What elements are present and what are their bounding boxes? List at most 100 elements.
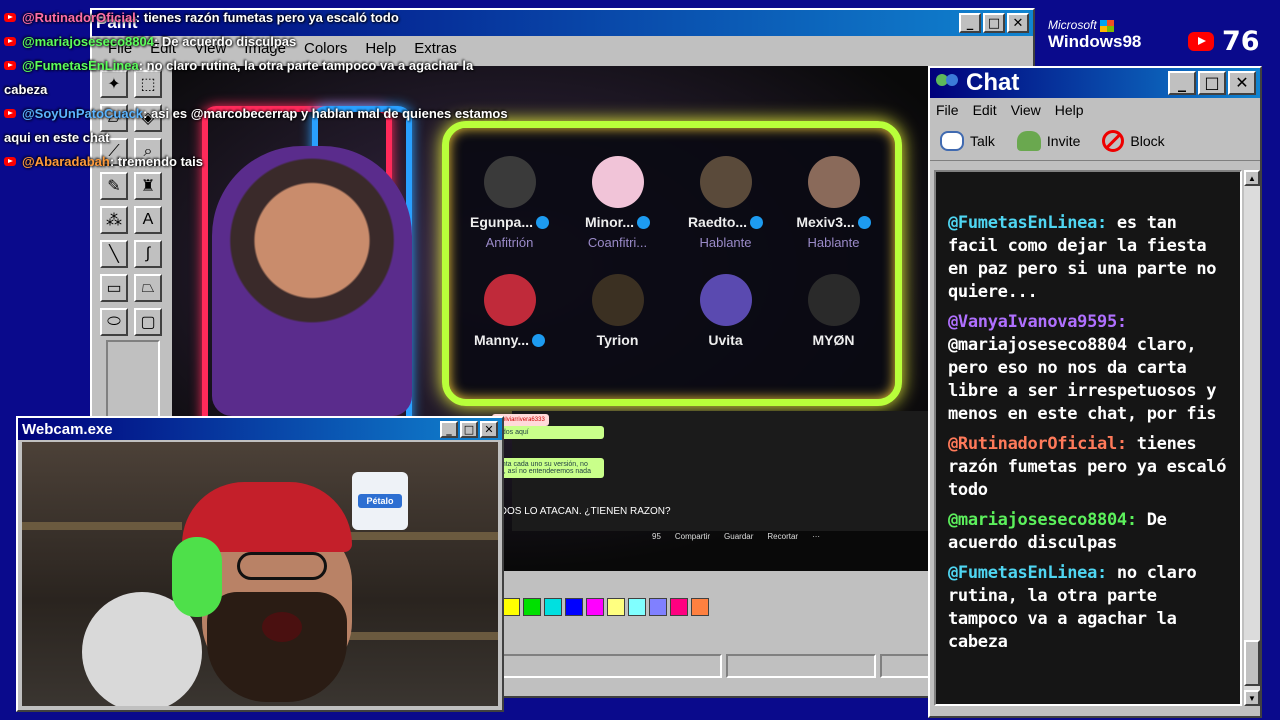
color-palette [502,598,709,616]
person-glasses [237,552,327,580]
speaker-name: Uvita [708,332,743,348]
brush-icon[interactable]: ♜ [134,172,162,200]
youtube-icon [4,13,16,22]
space-speaker[interactable]: Mexiv3... Hablante [781,156,886,250]
overlay-user: @mariajoseseco8804 [22,34,154,49]
avatar [807,156,860,208]
chat-overlay: @RutinadorOficial: tienes razón fumetas … [4,6,524,174]
invite-icon [1016,131,1041,151]
minimize-button[interactable]: _ [440,420,458,438]
minimize-button[interactable]: _ [959,13,981,33]
tweet-line-3: ab, así no entenderemos nada [496,468,591,475]
speaker-role: Hablante [807,235,860,250]
chat-user: @RutinadorOficial: [948,434,1127,454]
palette-swatch[interactable] [649,598,667,616]
speaker-name: Tyrion [596,332,639,348]
chat-toolbar: Talk Invite Block [930,122,1260,161]
youtube-icon [4,61,16,70]
space-speaker[interactable]: Manny... [457,274,562,350]
rounded-rect-icon[interactable]: ▢ [134,308,162,336]
speaker-name: MYØN [812,332,855,348]
curve-icon[interactable]: ∫ [134,240,162,268]
close-button[interactable]: ✕ [480,420,498,438]
space-speaker[interactable]: MYØN [781,274,886,348]
overlay-message: @FumetasEnLinea: no claro rutina, la otr… [4,54,524,102]
menu-view[interactable]: View [1011,102,1041,118]
avatar [699,156,752,208]
palette-swatch[interactable] [502,598,520,616]
share-button[interactable]: Compartir [675,532,710,541]
space-speaker[interactable]: Uvita [673,274,778,348]
menu-help[interactable]: Help [1055,102,1084,118]
chat-messages[interactable]: @FumetasEnLinea: es tan facil como dejar… [934,170,1242,706]
verified-icon [531,334,545,348]
overlay-text: : De acuerdo disculpas [153,34,297,49]
overlay-user: @RutinadorOficial [22,10,136,25]
chat-user: @FumetasEnLinea: [948,213,1107,233]
maximize-button[interactable]: □ [460,420,478,438]
webcam-window: Webcam.exe _ □ ✕ Pétalo [16,416,504,712]
maximize-button[interactable]: □ [1198,71,1226,95]
chat-message: @FumetasEnLinea: es tan facil como dejar… [948,212,1228,304]
verified-icon [750,216,764,230]
palette-swatch[interactable] [607,598,625,616]
pencil-icon[interactable]: ✎ [100,172,128,200]
webcam-title: Webcam.exe [22,420,113,438]
palette-swatch[interactable] [565,598,583,616]
minimize-button[interactable]: _ [1168,71,1196,95]
palette-swatch[interactable] [544,598,562,616]
block-button[interactable]: Block [1102,130,1165,152]
text-icon[interactable]: A [134,206,162,234]
airbrush-icon[interactable]: ⁂ [100,206,128,234]
invite-button[interactable]: Invite [1016,130,1081,152]
palette-swatch[interactable] [691,598,709,616]
ellipse-icon[interactable]: ⬭ [100,308,128,336]
space-speaker[interactable]: Raedto... Hablante [673,156,778,250]
clip-button[interactable]: Recortar [767,532,798,541]
palette-swatch[interactable] [586,598,604,616]
chat-scrollbar[interactable]: ▲ ▼ [1244,170,1260,706]
headset [172,537,222,617]
invite-label: Invite [1046,133,1081,149]
chat-titlebar[interactable]: Chat _ □ ✕ [930,68,1260,98]
chat-window: Chat _ □ ✕ File Edit View Help Talk Invi… [928,66,1262,718]
chat-menubar: File Edit View Help [930,98,1260,122]
windows-label: Windows98 [1048,32,1142,51]
status-cell-2 [726,654,876,678]
chat-text: @mariajoseseco8804 claro, pero eso no no… [948,335,1217,424]
tweet-block: tenta cada uno su versión, no ab, así no… [492,458,604,478]
talk-label: Talk [970,133,995,149]
palette-swatch[interactable] [670,598,688,616]
chat-message: @FumetasEnLinea: no claro rutina, la otr… [948,562,1228,654]
scroll-up-button[interactable]: ▲ [1244,170,1260,186]
speaker-name: Egunpa... [470,214,533,230]
menu-edit[interactable]: Edit [973,102,997,118]
more-button[interactable]: ··· [812,532,820,541]
line-icon[interactable]: ╲ [100,240,128,268]
scroll-thumb[interactable] [1244,640,1260,686]
space-speaker[interactable]: Minor... Coanfitri... [565,156,670,250]
overlay-message: @mariajoseseco8804: De acuerdo disculpas [4,30,524,54]
overlay-text: : tremendo tais [109,154,203,169]
chat-message: @mariajoseseco8804: De acuerdo disculpas [948,509,1228,555]
palette-swatch[interactable] [628,598,646,616]
rectangle-icon[interactable]: ▭ [100,274,128,302]
like-count[interactable]: 95 [652,532,661,541]
polygon-icon[interactable]: ⏢ [134,274,162,302]
space-speaker[interactable]: Tyrion [565,274,670,348]
scroll-down-button[interactable]: ▼ [1244,690,1260,706]
maximize-button[interactable]: □ [983,13,1005,33]
webcam-titlebar[interactable]: Webcam.exe _ □ ✕ [18,418,502,440]
webcam-feed: Pétalo [22,442,498,706]
overlay-user: @SoyUnPatoCuack [22,106,144,121]
close-button[interactable]: ✕ [1228,71,1256,95]
menu-file[interactable]: File [936,102,959,118]
palette-swatch[interactable] [523,598,541,616]
youtube-icon [4,109,16,118]
talk-button[interactable]: Talk [940,130,995,152]
close-button[interactable]: ✕ [1007,13,1029,33]
speaker-name: Mexiv3... [796,214,855,230]
avatar [591,274,644,326]
save-button[interactable]: Guardar [724,532,753,541]
tweet-line-2: tenta cada uno su versión, no [496,461,588,468]
